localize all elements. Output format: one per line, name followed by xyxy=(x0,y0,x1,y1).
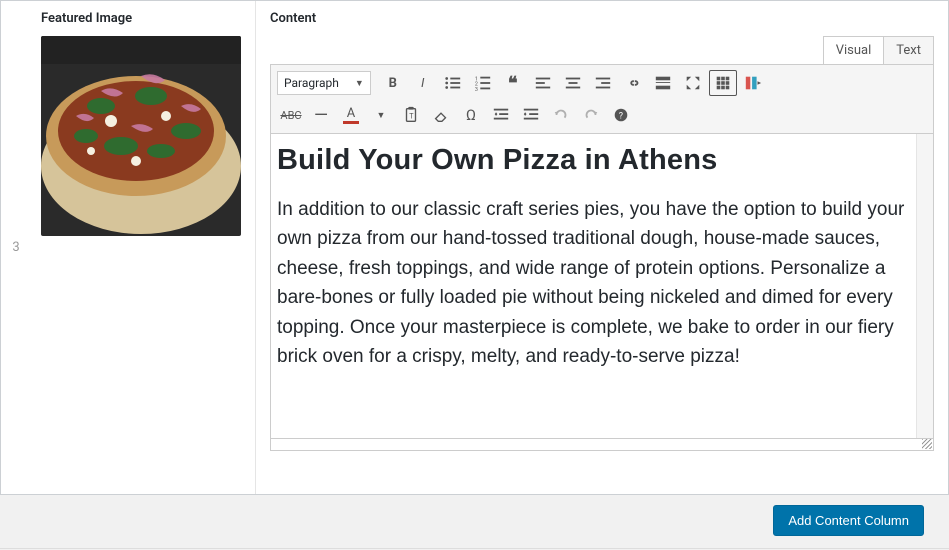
outdent-button[interactable] xyxy=(487,102,515,128)
clear-formatting-button[interactable] xyxy=(427,102,455,128)
svg-text:T: T xyxy=(409,112,414,121)
horizontal-rule-button[interactable]: — xyxy=(307,102,335,128)
content-editor[interactable]: Build Your Own Pizza in Athens In additi… xyxy=(270,134,934,439)
columns-button[interactable] xyxy=(739,70,767,96)
chevron-down-icon: ▼ xyxy=(355,78,364,89)
toolbar-row-1: Paragraph ▼ B I 123 ❝ xyxy=(277,67,927,99)
link-icon xyxy=(624,74,642,92)
align-left-icon xyxy=(534,74,552,92)
indent-icon xyxy=(522,106,540,124)
content-label: Content xyxy=(270,11,934,26)
paste-text-button[interactable]: T xyxy=(397,102,425,128)
columns-icon xyxy=(744,74,762,92)
align-center-button[interactable] xyxy=(559,70,587,96)
undo-icon xyxy=(552,106,570,124)
resize-handle[interactable] xyxy=(922,439,932,449)
eraser-icon xyxy=(432,106,450,124)
svg-text:3: 3 xyxy=(475,87,478,92)
svg-text:?: ? xyxy=(619,112,623,122)
toolbar-toggle-icon xyxy=(714,74,732,92)
read-more-button[interactable] xyxy=(649,70,677,96)
tab-visual[interactable]: Visual xyxy=(823,36,885,64)
clipboard-icon: T xyxy=(402,106,420,124)
numbered-list-button[interactable]: 123 xyxy=(469,70,497,96)
redo-button[interactable] xyxy=(577,102,605,128)
footer-actions: Add Content Column xyxy=(0,495,949,536)
row-wrapper: 3 Featured Image xyxy=(0,0,949,495)
align-right-icon xyxy=(594,74,612,92)
format-select[interactable]: Paragraph ▼ xyxy=(277,71,371,95)
divider xyxy=(0,548,949,549)
help-button[interactable]: ? xyxy=(607,102,635,128)
editor-toolbar: Paragraph ▼ B I 123 ❝ xyxy=(270,64,934,134)
italic-button[interactable]: I xyxy=(409,70,437,96)
special-character-button[interactable]: Ω xyxy=(457,102,485,128)
featured-image-column: Featured Image xyxy=(31,1,256,494)
fullscreen-icon xyxy=(684,74,702,92)
text-color-dropdown[interactable]: ▼ xyxy=(367,102,395,128)
format-select-label: Paragraph xyxy=(284,76,339,90)
text-color-button[interactable]: A xyxy=(337,102,365,128)
align-right-button[interactable] xyxy=(589,70,617,96)
row-index: 3 xyxy=(1,1,31,494)
strikethrough-button[interactable]: ABC xyxy=(277,102,305,128)
link-button[interactable] xyxy=(619,70,647,96)
numbered-list-icon: 123 xyxy=(474,74,492,92)
content-column: Content Visual Text Paragraph ▼ B I 123 … xyxy=(256,1,948,494)
featured-image-thumbnail[interactable] xyxy=(41,36,241,236)
toolbar-toggle-button[interactable] xyxy=(709,70,737,96)
align-center-icon xyxy=(564,74,582,92)
align-left-button[interactable] xyxy=(529,70,557,96)
content-heading[interactable]: Build Your Own Pizza in Athens xyxy=(277,144,927,177)
pizza-image xyxy=(41,36,241,236)
content-body[interactable]: In addition to our classic craft series … xyxy=(277,195,927,372)
editor-scrollbar[interactable] xyxy=(916,134,934,438)
outdent-icon xyxy=(492,106,510,124)
indent-button[interactable] xyxy=(517,102,545,128)
redo-icon xyxy=(582,106,600,124)
read-more-icon xyxy=(654,74,672,92)
toolbar-row-2: ABC — A ▼ T Ω xyxy=(277,99,927,131)
editor-resize-bar xyxy=(270,439,934,451)
blockquote-button[interactable]: ❝ xyxy=(499,70,527,96)
undo-button[interactable] xyxy=(547,102,575,128)
bold-button[interactable]: B xyxy=(379,70,407,96)
featured-image-label: Featured Image xyxy=(41,11,245,26)
bulleted-list-icon xyxy=(444,74,462,92)
bulleted-list-button[interactable] xyxy=(439,70,467,96)
help-icon: ? xyxy=(612,106,630,124)
editor-tabs: Visual Text xyxy=(270,36,934,64)
fullscreen-button[interactable] xyxy=(679,70,707,96)
tab-text[interactable]: Text xyxy=(883,36,934,64)
add-content-column-button[interactable]: Add Content Column xyxy=(773,505,924,536)
